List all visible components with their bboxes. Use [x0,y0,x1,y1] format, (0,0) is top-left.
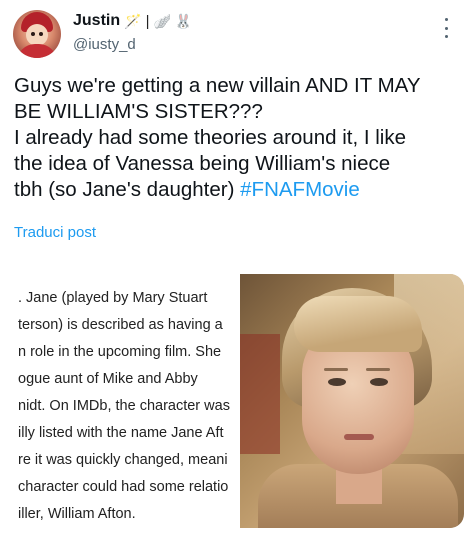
background-red [240,334,280,454]
article-line: iller, William Afton. [18,506,136,522]
avatar-face [26,24,48,46]
avatar-eye [39,32,43,36]
article-line: ogue aunt of Mike and Abby [18,371,198,387]
article-line: re it was quickly changed, meani [18,452,228,468]
article-line: illy listed with the name Jane Aft [18,425,224,441]
article-line: character could had some relatio [18,479,229,495]
post-text-line: BE WILLIAM'S SISTER??? [14,100,263,123]
user-handle[interactable]: @iusty_d [73,36,192,53]
article-line: nidt. On IMDb, the character was [18,398,230,414]
post-text: Guys we're getting a new villain AND IT … [14,73,464,203]
eye [328,378,346,386]
mouth [344,434,374,440]
author-info: Justin 🪄 | 🪽 🐰 @iusty_d [73,10,192,53]
article-line: terson) is described as having a [18,317,223,333]
post: Justin 🪄 | 🪽 🐰 @iusty_d Guys we're getti… [0,0,474,542]
hashtag-link[interactable]: #FNAFMovie [240,178,360,201]
avatar-body [17,44,57,58]
post-text-line: I already had some theories around it, I… [14,126,406,149]
rabbit-icon: 🐰 [174,12,193,29]
magic-wand-icon: 🪄 [124,12,142,29]
eyebrow [366,368,390,371]
post-text-line: tbh (so Jane's daughter) #FNAFMovie [14,177,464,203]
display-name[interactable]: Justin [73,12,120,30]
media-attachment[interactable]: . Jane (played by Mary Stuart terson) is… [10,274,464,528]
translate-post-link[interactable]: Traduci post [14,224,96,241]
eye [370,378,388,386]
post-text-line: Guys we're getting a new villain AND IT … [14,74,421,97]
article-screenshot[interactable]: . Jane (played by Mary Stuart terson) is… [10,274,236,528]
article-line: n role in the upcoming film. She [18,344,222,360]
eyebrow [324,368,348,371]
more-options-icon[interactable] [444,18,448,38]
portrait-photo[interactable] [240,274,464,528]
name-row: Justin 🪄 | 🪽 🐰 [73,10,192,32]
post-text-line: the idea of Vanessa being William's niec… [14,152,391,175]
post-text-tail: tbh (so Jane's daughter) [14,178,241,201]
article-line: . Jane (played by Mary Stuart [18,290,208,306]
hair-fringe [294,296,422,352]
wings-icon: 🪽 [153,12,171,29]
separator: | [145,12,150,30]
avatar-eye [31,32,35,36]
avatar[interactable] [13,10,61,58]
